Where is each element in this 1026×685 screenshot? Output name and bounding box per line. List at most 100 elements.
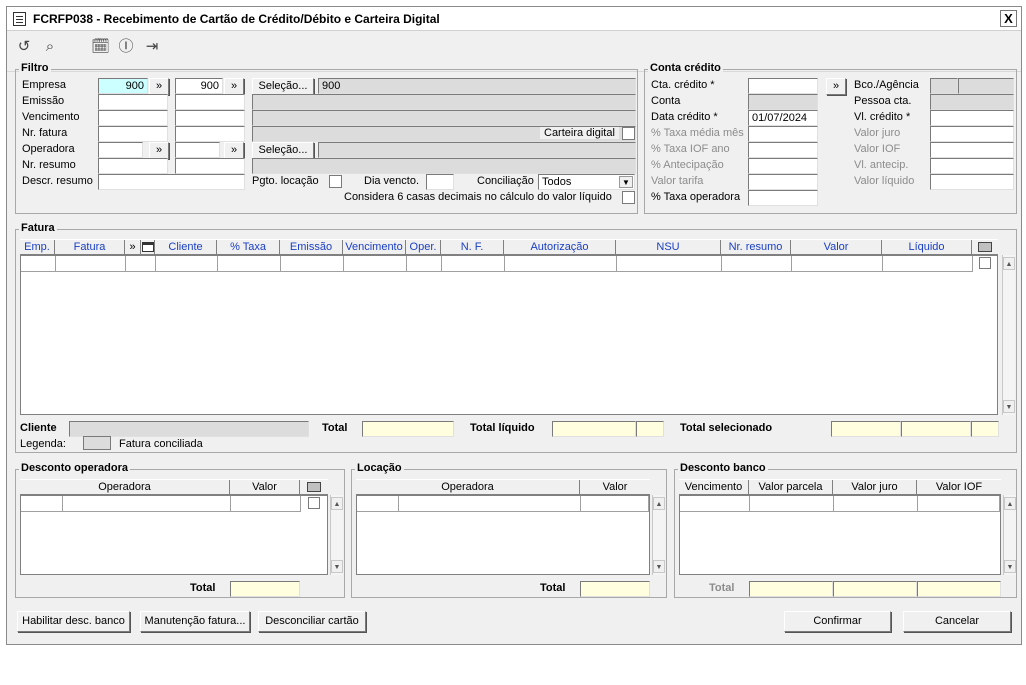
col-nr-resumo[interactable]: Nr. resumo — [721, 240, 791, 255]
col-liquido[interactable]: Líquido — [882, 240, 972, 255]
empresa-to-lookup-button[interactable]: » — [224, 78, 244, 95]
fatura-scrollbar[interactable]: ▲ ▼ — [1002, 255, 1015, 415]
valor-juro-input[interactable] — [930, 126, 1014, 142]
operadora-to-input[interactable] — [175, 142, 220, 158]
loc-scrollbar[interactable]: ▲ ▼ — [652, 495, 665, 575]
desc-bco-cell-valor-juro[interactable] — [834, 496, 918, 512]
nr-resumo-from-input[interactable] — [98, 158, 168, 174]
loc-col-operadora[interactable]: Operadora — [356, 480, 580, 495]
desc-bco-scroll-down-icon[interactable]: ▼ — [1004, 560, 1016, 573]
cancelar-button[interactable]: Cancelar — [903, 611, 1011, 632]
fatura-cell-expand[interactable] — [126, 256, 156, 272]
desconto-banco-grid[interactable] — [679, 495, 1001, 575]
emissao-to-input[interactable] — [175, 94, 245, 110]
col-cliente[interactable]: Cliente — [155, 240, 217, 255]
valor-iof-input[interactable] — [930, 142, 1014, 158]
empresa-from-lookup-button[interactable]: » — [149, 78, 169, 95]
col-emp[interactable]: Emp. — [20, 240, 55, 255]
cta-credito-input[interactable] — [748, 78, 818, 94]
vencimento-to-input[interactable] — [175, 110, 245, 126]
desc-op-row-checkbox[interactable] — [308, 497, 320, 509]
desc-bco-cell-valor-iof[interactable] — [918, 496, 1000, 512]
desc-op-cell-operadora[interactable] — [63, 496, 231, 512]
fatura-grid-body[interactable] — [20, 255, 998, 415]
nr-fatura-from-input[interactable] — [98, 126, 168, 142]
desc-bco-cell-vencimento[interactable] — [680, 496, 750, 512]
col-emissao[interactable]: Emissão — [280, 240, 343, 255]
desc-op-col-valor[interactable]: Valor — [230, 480, 300, 495]
desc-bco-scrollbar[interactable]: ▲ ▼ — [1003, 495, 1016, 575]
col-oper[interactable]: Oper. — [406, 240, 441, 255]
nr-fatura-to-input[interactable] — [175, 126, 245, 142]
col-taxa[interactable]: % Taxa — [217, 240, 280, 255]
fatura-cell-oper[interactable] — [407, 256, 442, 272]
col-nf[interactable]: N. F. — [441, 240, 504, 255]
undo-icon[interactable]: ↺ — [15, 38, 33, 56]
taxa-operadora-input[interactable] — [748, 190, 818, 206]
calendar-icon[interactable]: 🗓 — [91, 38, 110, 56]
fatura-cell-nsu[interactable] — [617, 256, 722, 272]
fatura-cell-taxa[interactable] — [218, 256, 281, 272]
empresa-to-input[interactable]: 900 — [175, 78, 223, 94]
fatura-cell-nr-resumo[interactable] — [722, 256, 792, 272]
fatura-cell-vencimento[interactable] — [344, 256, 407, 272]
considera-checkbox[interactable] — [622, 191, 635, 204]
col-fatura[interactable]: Fatura — [55, 240, 125, 255]
fatura-cell-cliente[interactable] — [156, 256, 218, 272]
desc-op-cell-valor[interactable] — [231, 496, 301, 512]
data-credito-input[interactable]: 01/07/2024 — [748, 110, 818, 126]
operadora-from-input[interactable] — [98, 142, 143, 158]
antecipacao-input[interactable] — [748, 158, 818, 174]
nr-resumo-to-input[interactable] — [175, 158, 245, 174]
fatura-row-checkbox[interactable] — [979, 257, 991, 269]
scroll-down-icon[interactable]: ▼ — [1003, 400, 1015, 413]
desc-bco-scroll-up-icon[interactable]: ▲ — [1004, 497, 1016, 510]
col-calendar[interactable] — [141, 240, 155, 255]
selecao-empresa-button[interactable]: Seleção... — [252, 78, 314, 95]
col-nsu[interactable]: NSU — [616, 240, 721, 255]
operadora-from-lookup-button[interactable]: » — [149, 142, 169, 159]
fatura-cell-nf[interactable] — [442, 256, 505, 272]
desconciliar-cartao-button[interactable]: Desconciliar cartão — [258, 611, 366, 632]
desc-op-col-select[interactable] — [300, 480, 328, 495]
valor-tarifa-input[interactable] — [748, 174, 818, 190]
locacao-grid[interactable] — [356, 495, 650, 575]
col-valor[interactable]: Valor — [791, 240, 882, 255]
cta-credito-lookup-button[interactable]: » — [826, 78, 846, 95]
selecao-operadora-button[interactable]: Seleção... — [252, 142, 314, 159]
carteira-digital-checkbox[interactable] — [622, 127, 635, 140]
loc-col-valor[interactable]: Valor — [580, 480, 650, 495]
desc-bco-cell-valor-parcela[interactable] — [750, 496, 834, 512]
vl-antecip-input[interactable] — [930, 158, 1014, 174]
desc-op-col-operadora[interactable]: Operadora — [20, 480, 230, 495]
loc-cell-code[interactable] — [357, 496, 399, 512]
chevron-down-icon[interactable]: ▼ — [619, 176, 633, 188]
taxa-iof-input[interactable] — [748, 142, 818, 158]
taxa-media-input[interactable] — [748, 126, 818, 142]
confirmar-button[interactable]: Confirmar — [784, 611, 891, 632]
col-select-all[interactable] — [972, 240, 998, 255]
loc-scroll-up-icon[interactable]: ▲ — [653, 497, 665, 510]
col-autorizacao[interactable]: Autorização — [504, 240, 616, 255]
pgto-locacao-checkbox[interactable] — [329, 175, 342, 188]
fatura-cell-autorizacao[interactable] — [505, 256, 617, 272]
loc-scroll-down-icon[interactable]: ▼ — [653, 560, 665, 573]
fatura-cell-emp[interactable] — [21, 256, 56, 272]
desc-bco-col-valor-parcela[interactable]: Valor parcela — [749, 480, 833, 495]
emissao-from-input[interactable] — [98, 94, 168, 110]
valor-liquido-input[interactable] — [930, 174, 1014, 190]
loc-cell-operadora[interactable] — [399, 496, 581, 512]
conciliacao-select[interactable]: Todos ▼ — [538, 174, 635, 190]
col-expand[interactable]: » — [125, 240, 141, 255]
desc-op-scrollbar[interactable]: ▲ ▼ — [330, 495, 343, 575]
desc-bco-col-valor-iof[interactable]: Valor IOF — [917, 480, 1001, 495]
desc-op-scroll-down-icon[interactable]: ▼ — [331, 560, 343, 573]
help-icon[interactable]: Ⓘ — [117, 38, 135, 56]
desconto-operadora-grid[interactable] — [20, 495, 328, 575]
desc-op-cell-code[interactable] — [21, 496, 63, 512]
vencimento-from-input[interactable] — [98, 110, 168, 126]
dia-vencto-input[interactable] — [426, 174, 454, 190]
desc-op-scroll-up-icon[interactable]: ▲ — [331, 497, 343, 510]
operadora-to-lookup-button[interactable]: » — [224, 142, 244, 159]
scroll-up-icon[interactable]: ▲ — [1003, 257, 1015, 270]
